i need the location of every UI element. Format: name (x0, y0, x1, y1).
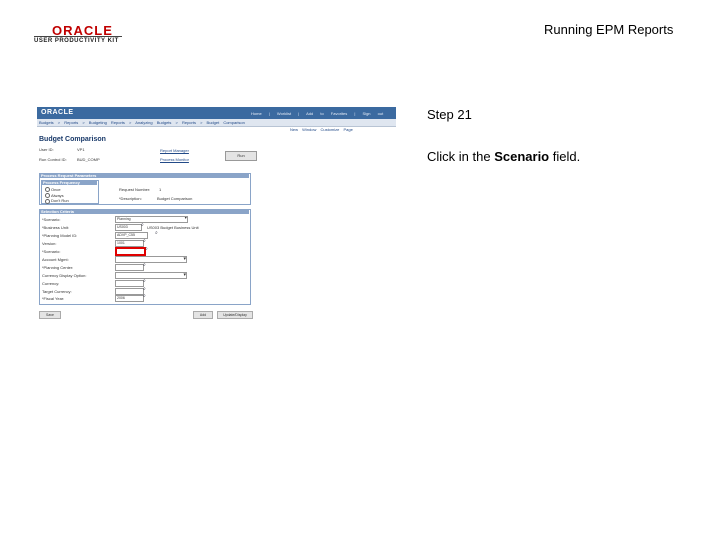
frequency-dontrun-label: Don't Run (51, 198, 69, 203)
version-search-icon[interactable]: ⌕ (143, 238, 146, 244)
instruction-prefix: Click in the (427, 149, 495, 164)
update-display-button[interactable]: Update/Display (217, 311, 253, 319)
criteria-label-7: *Planning Center: (42, 265, 74, 270)
criteria-label-3: *Planning Model ID: (42, 233, 78, 238)
frequency-header: Process Frequency (41, 180, 97, 185)
criteria-label-4: Version: (42, 241, 57, 246)
criteria-label-10: Target Currency: (42, 289, 72, 294)
user-id-value: VP1 (77, 147, 85, 152)
criteria-label-1: *Scenario: (42, 217, 61, 222)
scenario-search-icon[interactable]: ⌕ (145, 246, 148, 252)
description-value: Budget Comparison (157, 196, 193, 201)
business-unit-search-icon[interactable]: ⌕ (141, 222, 144, 228)
planning-model-search-icon[interactable]: ⌕ (155, 230, 158, 236)
criteria-label-6: Account Mgmt: (42, 257, 69, 262)
business-unit-input[interactable]: US003 (115, 224, 142, 231)
criteria-label-11: *Fiscal Year: (42, 296, 65, 301)
logo-divider (34, 36, 122, 37)
fiscal-year-search-icon[interactable]: ⌕ (143, 293, 146, 299)
criteria-label-8: Currency Display Option: (42, 273, 87, 278)
description-label: *Description: (119, 196, 142, 201)
version-input[interactable]: 1001 (115, 240, 144, 247)
request-number-value: 1 (159, 187, 162, 192)
report-manager-link[interactable]: Report Manager (160, 148, 189, 153)
selection-criteria-header: Selection Criteria (39, 209, 249, 214)
run-control-label: Run Control ID: (39, 157, 67, 162)
scenario-input-highlighted[interactable] (115, 247, 146, 256)
app-utility-links[interactable]: New Window Customize Page (290, 127, 353, 132)
version-value: 1001 (117, 241, 125, 245)
app-brand: ORACLE (41, 109, 74, 116)
instruction-suffix: field. (549, 149, 581, 164)
currency-input[interactable] (115, 280, 144, 287)
user-id-label: User ID: (39, 147, 54, 152)
app-breadcrumb[interactable]: Budgets > Reports > Budgeting Reports > … (39, 120, 245, 125)
run-control-value: BUD_COMP (77, 157, 100, 162)
add-button[interactable]: Add (193, 311, 213, 319)
process-monitor-link[interactable]: Process Monitor (160, 157, 189, 162)
business-unit-value: US003 (117, 225, 128, 229)
app-page-title: Budget Comparison (39, 136, 106, 143)
frequency-always-radio[interactable] (45, 193, 50, 198)
request-number-label: Request Number: (119, 187, 151, 192)
scenario-type-dropdown[interactable]: Planning (115, 216, 188, 223)
save-button[interactable]: Save (39, 311, 61, 319)
process-request-header: Process Request Parameters (39, 173, 249, 178)
currency-search-icon[interactable]: ⌕ (143, 278, 146, 284)
criteria-label-5: *Scenario: (42, 249, 61, 254)
scenario-type-value: Planning (117, 217, 131, 221)
target-currency-search-icon[interactable]: ⌕ (143, 286, 146, 292)
planning-center-search-icon[interactable]: ⌕ (143, 262, 146, 268)
account-mgmt-dropdown[interactable] (115, 256, 187, 263)
application-screenshot: ORACLE Home | Worklist | Add to Favorite… (37, 107, 396, 321)
frequency-once-radio[interactable] (45, 187, 50, 192)
fiscal-year-input[interactable]: 2006 (115, 295, 144, 302)
planning-center-input[interactable] (115, 264, 144, 271)
run-button[interactable]: Run (225, 151, 257, 161)
instruction-field-name: Scenario (494, 149, 550, 164)
criteria-label-9: Currency: (42, 281, 60, 286)
upk-logo-subtext: USER PRODUCTIVITY KIT (34, 38, 119, 44)
criteria-label-2: *Business Unit: (42, 225, 70, 230)
planning-model-value: ADVP_C55 (117, 233, 135, 237)
step-instruction: Click in the Scenario field. (427, 149, 580, 164)
frequency-dontrun-radio[interactable] (45, 199, 50, 204)
page-title: Running EPM Reports (544, 22, 674, 37)
target-currency-input[interactable] (115, 288, 144, 295)
step-label: Step 21 (427, 107, 472, 122)
fiscal-year-value: 2006 (117, 296, 125, 300)
frequency-once-label: Once (51, 187, 61, 192)
app-top-links[interactable]: Home | Worklist | Add to Favorites | Sig… (251, 111, 383, 116)
currency-display-dropdown[interactable] (115, 272, 187, 279)
